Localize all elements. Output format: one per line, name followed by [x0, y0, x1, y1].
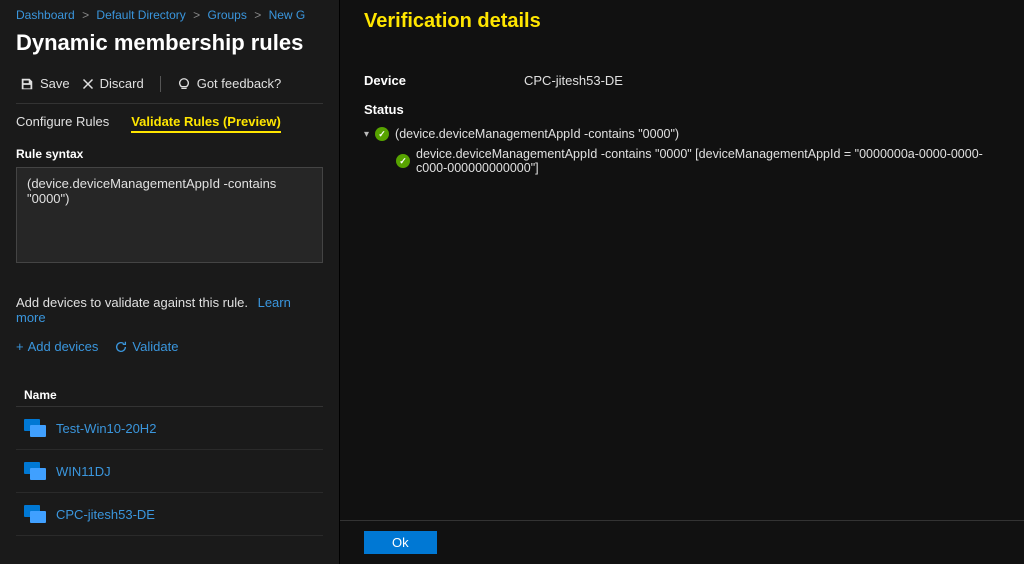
rule-detail: device.deviceManagementAppId -contains "…: [416, 147, 1000, 175]
list-item[interactable]: CPC-jitesh53-DE: [16, 493, 323, 536]
breadcrumb-link[interactable]: Default Directory: [96, 8, 185, 22]
footer: Ok: [340, 520, 1024, 564]
add-devices-button[interactable]: + Add devices: [16, 339, 98, 354]
validate-button[interactable]: Validate: [114, 339, 178, 354]
feedback-button[interactable]: Got feedback?: [173, 74, 286, 93]
rule-expression: (device.deviceManagementAppId -contains …: [395, 127, 679, 141]
device-label: Device: [364, 73, 524, 88]
device-table-header: Name: [16, 378, 323, 407]
plus-icon: +: [16, 339, 24, 354]
device-row: Device CPC-jitesh53-DE: [364, 73, 1000, 88]
device-name: Test-Win10-20H2: [56, 421, 156, 436]
chevron-right-icon: >: [254, 8, 261, 22]
add-devices-label: Add devices: [28, 339, 99, 354]
breadcrumb: Dashboard > Default Directory > Groups >…: [16, 8, 323, 22]
device-icon: [24, 462, 46, 480]
list-item[interactable]: WIN11DJ: [16, 450, 323, 493]
chevron-down-icon[interactable]: ▾: [364, 129, 369, 140]
close-icon: [82, 78, 94, 90]
tab-configure-rules[interactable]: Configure Rules: [16, 114, 109, 133]
breadcrumb-link[interactable]: Groups: [208, 8, 247, 22]
discard-button[interactable]: Discard: [78, 74, 148, 93]
breadcrumb-link[interactable]: Dashboard: [16, 8, 75, 22]
save-icon: [20, 77, 34, 91]
rule-syntax-label: Rule syntax: [16, 147, 323, 161]
toolbar: Save Discard Got feedback?: [16, 74, 323, 104]
refresh-icon: [114, 340, 128, 354]
status-label: Status: [364, 102, 1000, 117]
toolbar-divider: [160, 76, 161, 92]
chevron-right-icon: >: [193, 8, 200, 22]
device-icon: [24, 505, 46, 523]
discard-label: Discard: [100, 76, 144, 91]
breadcrumb-link[interactable]: New G: [269, 8, 306, 22]
tabs: Configure Rules Validate Rules (Preview): [16, 114, 323, 133]
action-row: + Add devices Validate: [16, 339, 323, 354]
save-button[interactable]: Save: [16, 74, 74, 93]
device-list: Test-Win10-20H2 WIN11DJ CPC-jitesh53-DE: [16, 407, 323, 536]
ok-button[interactable]: Ok: [364, 531, 437, 554]
tab-validate-rules[interactable]: Validate Rules (Preview): [131, 114, 281, 133]
rule-syntax-input[interactable]: (device.deviceManagementAppId -contains …: [16, 167, 323, 263]
feedback-label: Got feedback?: [197, 76, 282, 91]
validation-hint: Add devices to validate against this rul…: [16, 295, 323, 325]
hint-text: Add devices to validate against this rul…: [16, 295, 248, 310]
list-item[interactable]: Test-Win10-20H2: [16, 407, 323, 450]
verification-title: Verification details: [364, 10, 1000, 33]
feedback-icon: [177, 77, 191, 91]
save-label: Save: [40, 76, 70, 91]
chevron-right-icon: >: [82, 8, 89, 22]
device-icon: [24, 419, 46, 437]
success-icon: ✓: [375, 127, 389, 141]
validate-label: Validate: [132, 339, 178, 354]
device-name: CPC-jitesh53-DE: [56, 507, 155, 522]
success-icon: ✓: [396, 154, 410, 168]
device-value: CPC-jitesh53-DE: [524, 73, 623, 88]
page-title: Dynamic membership rules: [16, 30, 323, 56]
status-tree-child: ✓ device.deviceManagementAppId -contains…: [364, 147, 1000, 175]
status-tree-root: ▾ ✓ (device.deviceManagementAppId -conta…: [364, 127, 1000, 141]
device-name: WIN11DJ: [56, 464, 111, 479]
